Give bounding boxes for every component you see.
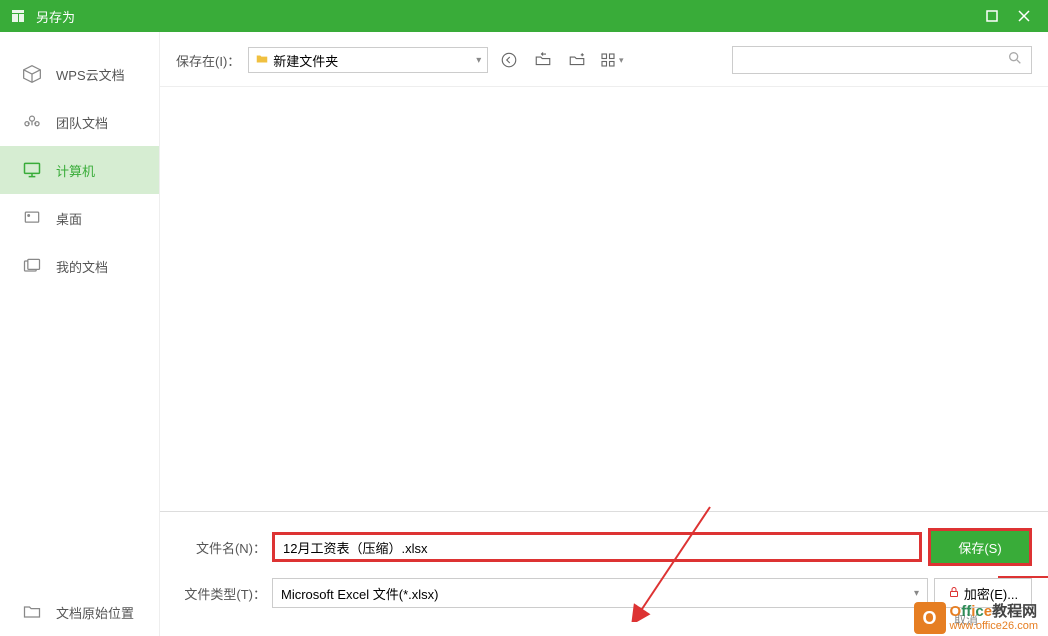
save-in-label: 保存在(I)： [176, 51, 240, 70]
watermark-logo-icon: O [914, 602, 946, 634]
sidebar-item-label: 计算机 [56, 161, 95, 180]
folder-name: 新建文件夹 [273, 51, 476, 70]
new-folder-button[interactable] [564, 47, 590, 73]
back-button[interactable] [496, 47, 522, 73]
folder-select[interactable]: 新建文件夹 ▾ [248, 47, 488, 73]
sidebar-item-label: 团队文档 [56, 113, 108, 132]
annotation-arrow-icon [996, 567, 1048, 587]
sidebar-item-desktop[interactable]: 桌面 [0, 194, 159, 242]
app-logo-icon [8, 6, 28, 26]
toolbar: 保存在(I)： 新建文件夹 ▾ ▾ [160, 32, 1048, 80]
view-options-button[interactable]: ▾ [598, 47, 624, 73]
annotation-arrow-icon [630, 502, 720, 622]
filetype-select[interactable]: Microsoft Excel 文件(*.xlsx) ▾ [272, 578, 928, 608]
titlebar: 另存为 [0, 0, 1048, 32]
maximize-button[interactable] [976, 2, 1008, 30]
sidebar-item-documents[interactable]: 我的文档 [0, 242, 159, 290]
filename-label: 文件名(N)： [176, 538, 266, 557]
save-button[interactable]: 保存(S) [928, 528, 1032, 566]
chevron-down-icon: ▾ [476, 55, 481, 66]
computer-icon [20, 160, 44, 180]
window-title: 另存为 [36, 7, 976, 26]
sidebar-item-label: 桌面 [56, 209, 82, 228]
watermark-text: Office教程网 www.office26.com [950, 604, 1038, 633]
filename-row: 文件名(N)： 保存(S) [176, 528, 1032, 566]
sidebar-item-label: WPS云文档 [56, 65, 125, 84]
up-folder-button[interactable] [530, 47, 556, 73]
lock-icon [948, 586, 960, 601]
sidebar-item-cloud[interactable]: WPS云文档 [0, 50, 159, 98]
sidebar-item-computer[interactable]: 计算机 [0, 146, 159, 194]
sidebar-item-label: 我的文档 [56, 257, 108, 276]
cloud-icon [20, 64, 44, 84]
search-input[interactable] [741, 53, 1007, 68]
desktop-icon [20, 208, 44, 228]
documents-icon [20, 256, 44, 276]
search-box[interactable] [732, 46, 1032, 74]
team-icon [20, 112, 44, 132]
folder-icon [20, 602, 44, 622]
filetype-row: 文件类型(T)： Microsoft Excel 文件(*.xlsx) ▾ 加密… [176, 578, 1032, 608]
filetype-label: 文件类型(T)： [176, 584, 266, 603]
sidebar-item-original-location[interactable]: 文档原始位置 [0, 588, 159, 636]
close-button[interactable] [1008, 2, 1040, 30]
sidebar-item-label: 文档原始位置 [56, 603, 134, 622]
filetype-value: Microsoft Excel 文件(*.xlsx) [281, 584, 914, 603]
chevron-down-icon: ▾ [619, 55, 624, 66]
folder-icon [255, 52, 269, 69]
sidebar-item-team[interactable]: 团队文档 [0, 98, 159, 146]
filename-input[interactable] [272, 532, 922, 562]
content-area: 保存在(I)： 新建文件夹 ▾ ▾ [160, 32, 1048, 636]
search-icon [1007, 50, 1023, 71]
main-area: WPS云文档 团队文档 计算机 桌面 我的文档 [0, 32, 1048, 636]
file-list-area[interactable] [160, 86, 1048, 511]
sidebar: WPS云文档 团队文档 计算机 桌面 我的文档 [0, 32, 160, 636]
chevron-down-icon: ▾ [914, 588, 919, 599]
watermark: O Office教程网 www.office26.com [914, 602, 1038, 634]
